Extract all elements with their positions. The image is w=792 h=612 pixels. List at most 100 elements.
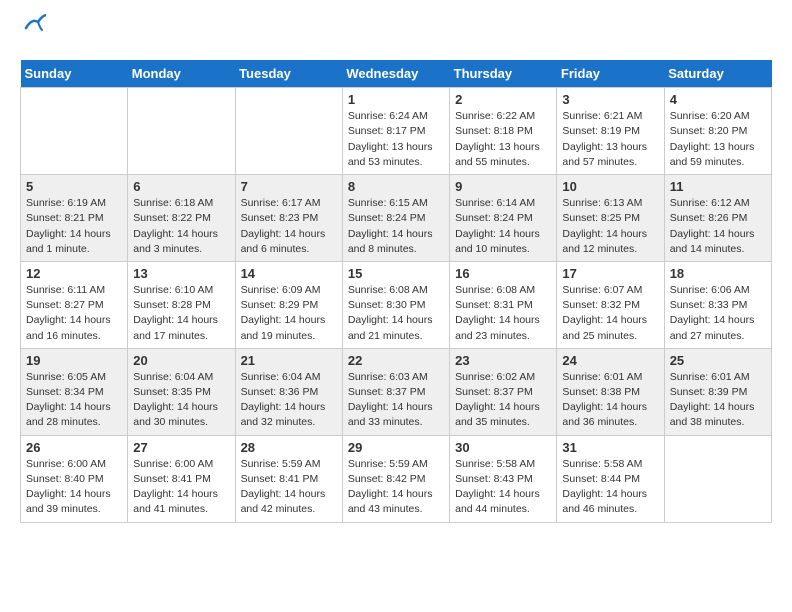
sunrise-text: Sunrise: 5:58 AM xyxy=(455,457,551,472)
col-header-monday: Monday xyxy=(128,60,235,88)
col-header-tuesday: Tuesday xyxy=(235,60,342,88)
sunset-text: Sunset: 8:17 PM xyxy=(348,124,444,139)
calendar-cell: 28Sunrise: 5:59 AMSunset: 8:41 PMDayligh… xyxy=(235,435,342,522)
calendar-cell: 14Sunrise: 6:09 AMSunset: 8:29 PMDayligh… xyxy=(235,261,342,348)
sunrise-text: Sunrise: 6:14 AM xyxy=(455,196,551,211)
day-number: 30 xyxy=(455,440,551,455)
calendar-cell: 3 Sunrise: 6:21 AMSunset: 8:19 PMDaylight… xyxy=(557,88,664,175)
sunset-text: Sunset: 8:20 PM xyxy=(670,124,766,139)
day-info: Sunrise: 6:04 AMSunset: 8:35 PMDaylight:… xyxy=(133,370,229,431)
sunset-text: Sunset: 8:23 PM xyxy=(241,211,337,226)
day-info: Sunrise: 6:01 AMSunset: 8:38 PMDaylight:… xyxy=(562,370,658,431)
daylight-text: Daylight: 14 hours and 19 minutes. xyxy=(241,313,337,343)
sunset-text: Sunset: 8:25 PM xyxy=(562,211,658,226)
day-number: 25 xyxy=(670,353,766,368)
daylight-text: Daylight: 13 hours and 57 minutes. xyxy=(562,140,658,170)
day-number: 6 xyxy=(133,179,229,194)
day-number: 4 xyxy=(670,92,766,107)
daylight-text: Daylight: 14 hours and 21 minutes. xyxy=(348,313,444,343)
calendar-cell: 27 Sunrise: 6:00 AMSunset: 8:41 PMDayligh… xyxy=(128,435,235,522)
daylight-text: Daylight: 14 hours and 46 minutes. xyxy=(562,487,658,517)
day-info: Sunrise: 6:21 AMSunset: 8:19 PMDaylight:… xyxy=(562,109,658,170)
day-info: Sunrise: 6:03 AMSunset: 8:37 PMDaylight:… xyxy=(348,370,444,431)
sunset-text: Sunset: 8:33 PM xyxy=(670,298,766,313)
sunset-text: Sunset: 8:41 PM xyxy=(241,472,337,487)
sunrise-text: Sunrise: 5:59 AM xyxy=(241,457,337,472)
day-number: 19 xyxy=(26,353,122,368)
day-number: 3 xyxy=(562,92,658,107)
day-number: 27 xyxy=(133,440,229,455)
calendar-cell: 30Sunrise: 5:58 AMSunset: 8:43 PMDayligh… xyxy=(450,435,557,522)
daylight-text: Daylight: 14 hours and 39 minutes. xyxy=(26,487,122,517)
logo xyxy=(20,20,46,44)
calendar-cell: 17Sunrise: 6:07 AMSunset: 8:32 PMDayligh… xyxy=(557,261,664,348)
day-number: 24 xyxy=(562,353,658,368)
calendar-table: SundayMondayTuesdayWednesdayThursdayFrid… xyxy=(20,60,772,522)
calendar-cell: 21Sunrise: 6:04 AMSunset: 8:36 PMDayligh… xyxy=(235,348,342,435)
daylight-text: Daylight: 14 hours and 36 minutes. xyxy=(562,400,658,430)
daylight-text: Daylight: 14 hours and 16 minutes. xyxy=(26,313,122,343)
day-number: 21 xyxy=(241,353,337,368)
day-number: 18 xyxy=(670,266,766,281)
sunset-text: Sunset: 8:21 PM xyxy=(26,211,122,226)
day-info: Sunrise: 6:08 AMSunset: 8:30 PMDaylight:… xyxy=(348,283,444,344)
sunset-text: Sunset: 8:31 PM xyxy=(455,298,551,313)
calendar-cell xyxy=(664,435,771,522)
day-info: Sunrise: 6:17 AMSunset: 8:23 PMDaylight:… xyxy=(241,196,337,257)
day-info: Sunrise: 6:00 AMSunset: 8:41 PMDaylight:… xyxy=(133,457,229,518)
day-number: 26 xyxy=(26,440,122,455)
daylight-text: Daylight: 14 hours and 32 minutes. xyxy=(241,400,337,430)
sunset-text: Sunset: 8:22 PM xyxy=(133,211,229,226)
sunrise-text: Sunrise: 6:22 AM xyxy=(455,109,551,124)
col-header-wednesday: Wednesday xyxy=(342,60,449,88)
sunrise-text: Sunrise: 6:00 AM xyxy=(26,457,122,472)
sunset-text: Sunset: 8:18 PM xyxy=(455,124,551,139)
sunrise-text: Sunrise: 6:20 AM xyxy=(670,109,766,124)
calendar-week-row: 26Sunrise: 6:00 AMSunset: 8:40 PMDayligh… xyxy=(21,435,772,522)
sunrise-text: Sunrise: 6:10 AM xyxy=(133,283,229,298)
daylight-text: Daylight: 14 hours and 23 minutes. xyxy=(455,313,551,343)
day-number: 31 xyxy=(562,440,658,455)
sunset-text: Sunset: 8:38 PM xyxy=(562,385,658,400)
sunset-text: Sunset: 8:41 PM xyxy=(133,472,229,487)
sunrise-text: Sunrise: 6:12 AM xyxy=(670,196,766,211)
day-number: 16 xyxy=(455,266,551,281)
day-number: 1 xyxy=(348,92,444,107)
calendar-cell: 20Sunrise: 6:04 AMSunset: 8:35 PMDayligh… xyxy=(128,348,235,435)
day-info: Sunrise: 6:10 AMSunset: 8:28 PMDaylight:… xyxy=(133,283,229,344)
day-info: Sunrise: 6:01 AMSunset: 8:39 PMDaylight:… xyxy=(670,370,766,431)
calendar-cell: 5Sunrise: 6:19 AMSunset: 8:21 PMDaylight… xyxy=(21,175,128,262)
day-info: Sunrise: 6:05 AMSunset: 8:34 PMDaylight:… xyxy=(26,370,122,431)
day-number: 23 xyxy=(455,353,551,368)
day-number: 9 xyxy=(455,179,551,194)
calendar-cell: 18Sunrise: 6:06 AMSunset: 8:33 PMDayligh… xyxy=(664,261,771,348)
sunrise-text: Sunrise: 6:09 AM xyxy=(241,283,337,298)
calendar-cell: 10 Sunrise: 6:13 AMSunset: 8:25 PMDayligh… xyxy=(557,175,664,262)
day-info: Sunrise: 6:13 AMSunset: 8:25 PMDaylight:… xyxy=(562,196,658,257)
calendar-week-row: 19 Sunrise: 6:05 AMSunset: 8:34 PMDayligh… xyxy=(21,348,772,435)
sunrise-text: Sunrise: 6:17 AM xyxy=(241,196,337,211)
sunrise-text: Sunrise: 6:15 AM xyxy=(348,196,444,211)
day-number: 10 xyxy=(562,179,658,194)
day-number: 29 xyxy=(348,440,444,455)
calendar-cell xyxy=(21,88,128,175)
day-info: Sunrise: 6:08 AMSunset: 8:31 PMDaylight:… xyxy=(455,283,551,344)
calendar-cell: 4Sunrise: 6:20 AMSunset: 8:20 PMDaylight… xyxy=(664,88,771,175)
sunrise-text: Sunrise: 6:19 AM xyxy=(26,196,122,211)
day-number: 17 xyxy=(562,266,658,281)
sunset-text: Sunset: 8:37 PM xyxy=(455,385,551,400)
sunrise-text: Sunrise: 6:01 AM xyxy=(562,370,658,385)
col-header-thursday: Thursday xyxy=(450,60,557,88)
calendar-cell: 6Sunrise: 6:18 AMSunset: 8:22 PMDaylight… xyxy=(128,175,235,262)
daylight-text: Daylight: 14 hours and 8 minutes. xyxy=(348,227,444,257)
sunrise-text: Sunrise: 6:08 AM xyxy=(348,283,444,298)
sunrise-text: Sunrise: 6:01 AM xyxy=(670,370,766,385)
calendar-week-row: 1Sunrise: 6:24 AMSunset: 8:17 PMDaylight… xyxy=(21,88,772,175)
calendar-cell xyxy=(128,88,235,175)
daylight-text: Daylight: 14 hours and 38 minutes. xyxy=(670,400,766,430)
day-info: Sunrise: 5:58 AMSunset: 8:44 PMDaylight:… xyxy=(562,457,658,518)
sunrise-text: Sunrise: 5:59 AM xyxy=(348,457,444,472)
calendar-cell: 11Sunrise: 6:12 AMSunset: 8:26 PMDayligh… xyxy=(664,175,771,262)
day-number: 22 xyxy=(348,353,444,368)
sunrise-text: Sunrise: 6:02 AM xyxy=(455,370,551,385)
